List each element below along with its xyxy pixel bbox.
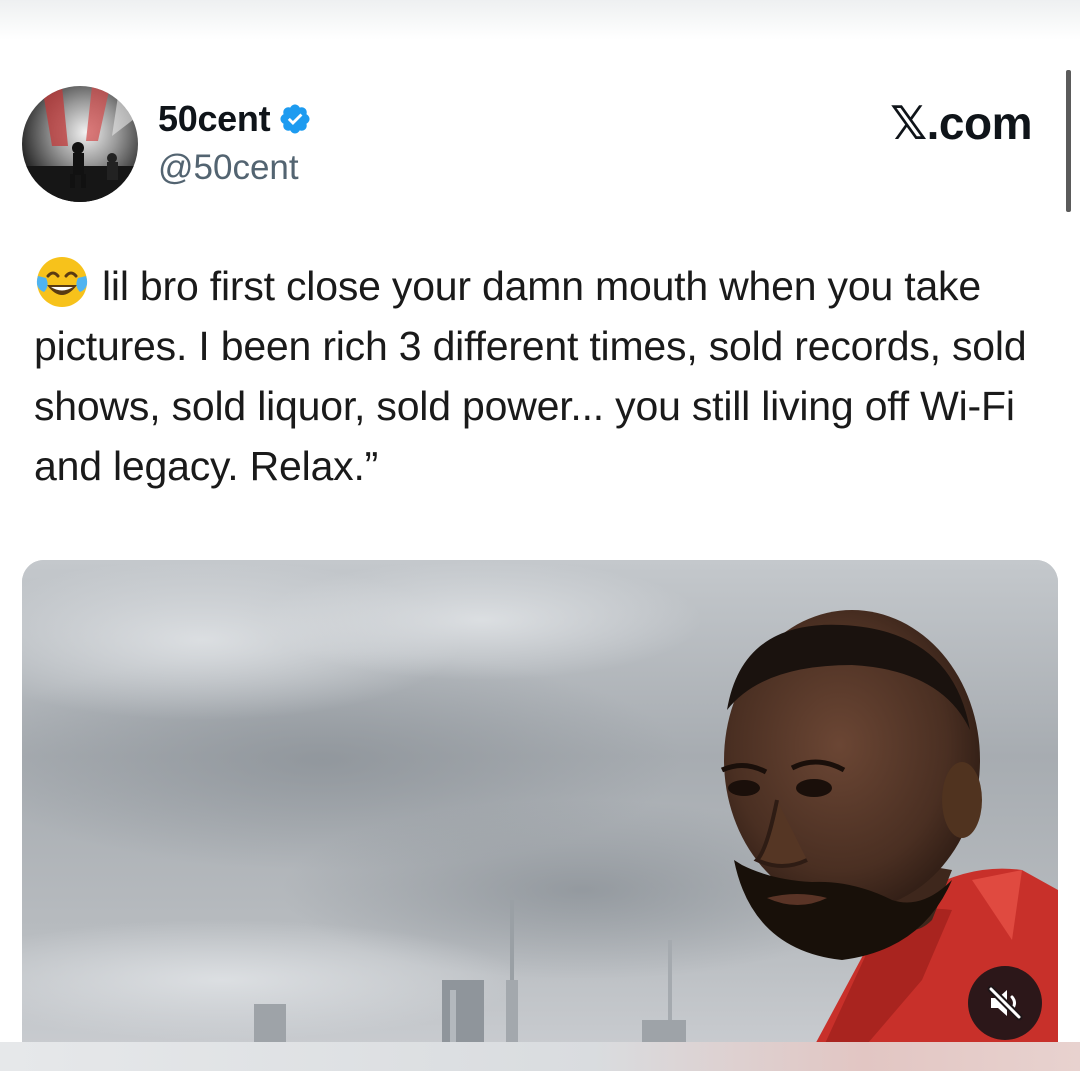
tweet-media[interactable] <box>22 560 1058 1050</box>
x-logo-site-label: 𝕏.com <box>890 97 1032 149</box>
verified-badge-icon <box>280 104 310 134</box>
avatar[interactable] <box>22 86 138 202</box>
bottom-edge-strip <box>0 1042 1080 1071</box>
author-name-row[interactable]: 50cent <box>158 98 312 140</box>
tweet-body: lil bro first close your damn mouth when… <box>34 263 1027 489</box>
display-name[interactable]: 50cent <box>158 98 271 140</box>
media-photo <box>22 560 1058 1050</box>
tweet-text: lil bro first close your damn mouth when… <box>34 254 1058 496</box>
mute-button[interactable] <box>968 966 1042 1040</box>
scrollbar[interactable] <box>1066 70 1071 212</box>
face-with-tears-of-joy-icon <box>36 257 88 307</box>
speaker-muted-icon <box>987 985 1023 1021</box>
author-handle[interactable]: @50cent <box>158 148 299 188</box>
top-edge-shadow <box>0 0 1080 40</box>
avatar-image <box>22 86 138 202</box>
